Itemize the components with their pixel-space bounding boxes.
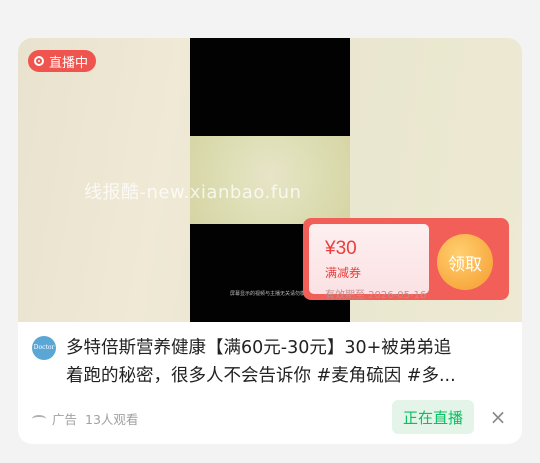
- live-video-cover[interactable]: 屏幕显示的视频与主播无关请勿模仿 直播中 线报酷-new.xianbao.fun…: [18, 38, 522, 322]
- ad-label: 广告: [52, 411, 78, 427]
- close-icon[interactable]: ×: [488, 407, 508, 427]
- ad-icon: [32, 413, 46, 423]
- coupon-ticket: ¥30 满减券 有效期至 2026-05-16: [309, 224, 429, 301]
- viewer-count: 13人观看: [85, 411, 139, 427]
- coupon-condition: 满减券: [325, 266, 362, 280]
- live-now-button[interactable]: 正在直播: [392, 400, 474, 434]
- top-bar: [0, 0, 540, 24]
- live-dot-icon: [34, 56, 44, 66]
- live-ad-card[interactable]: 屏幕显示的视频与主播无关请勿模仿 直播中 线报酷-new.xianbao.fun…: [18, 38, 522, 444]
- card-footer: 广告 13人观看: [32, 408, 138, 428]
- ad-title[interactable]: 多特倍斯营养健康【满60元-30元】30+被弟弟追 着跑的秘密，很多人不会告诉你…: [66, 334, 506, 390]
- brand-avatar[interactable]: Doctor BEST: [32, 336, 56, 375]
- title-line-2: 着跑的秘密，很多人不会告诉你 #麦角硫因 #多...: [66, 366, 456, 386]
- live-badge-label: 直播中: [49, 55, 89, 71]
- coupon-validity: 有效期至 2026-05-16: [325, 290, 427, 301]
- live-badge: 直播中: [28, 50, 97, 72]
- claim-coupon-button[interactable]: 领取: [437, 234, 493, 290]
- coupon-amount: ¥30: [325, 238, 357, 259]
- coupon-card[interactable]: ¥30 满减券 有效期至 2026-05-16 领取: [303, 218, 509, 301]
- watermark: 线报酷-new.xianbao.fun: [84, 182, 302, 203]
- title-line-1: 多特倍斯营养健康【满60元-30元】30+被弟弟追: [66, 338, 452, 358]
